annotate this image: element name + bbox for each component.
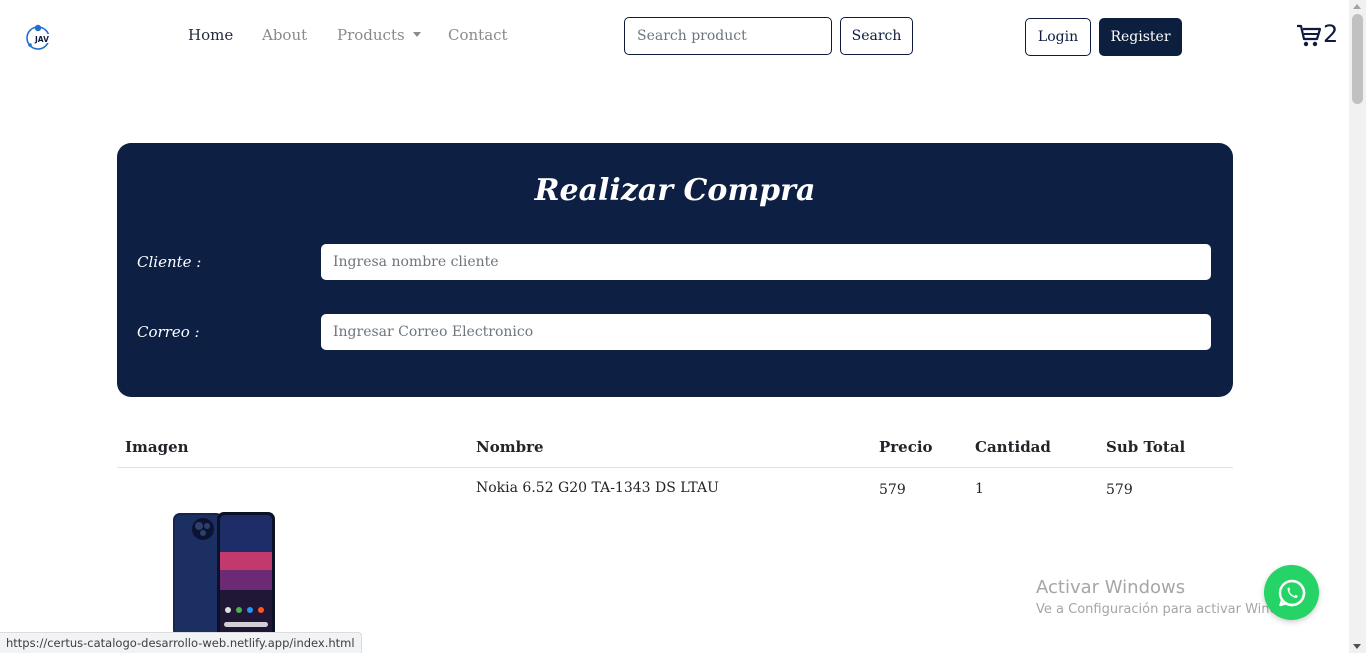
header-cantidad: Cantidad <box>975 438 1051 456</box>
header-precio: Precio <box>879 438 933 456</box>
scroll-up-arrow-icon[interactable] <box>1353 4 1361 9</box>
nav-products[interactable]: Products <box>337 26 421 44</box>
search-input[interactable] <box>624 17 832 55</box>
purchase-title: Realizar Compra <box>534 173 816 208</box>
nav-about[interactable]: About <box>262 26 307 44</box>
scroll-down-arrow-icon[interactable] <box>1353 644 1361 649</box>
chevron-down-icon <box>412 32 421 37</box>
whatsapp-button[interactable] <box>1264 565 1319 620</box>
product-subtotal: 579 <box>1106 482 1133 498</box>
header-imagen: Imagen <box>125 438 189 456</box>
windows-activation-subtitle: Ve a Configuración para activar Windows. <box>1036 602 1286 617</box>
cart-icon <box>1297 24 1322 47</box>
svg-text:JAV: JAV <box>34 35 49 44</box>
header-divider <box>117 467 1233 468</box>
register-button[interactable]: Register <box>1099 18 1182 56</box>
header-subtotal: Sub Total <box>1106 438 1186 456</box>
product-quantity: 1 <box>975 481 984 497</box>
product-image <box>173 512 277 638</box>
login-button[interactable]: Login <box>1025 18 1091 56</box>
purchase-form-card: Realizar Compra Cliente : Correo : <box>117 143 1233 397</box>
cliente-input[interactable] <box>321 244 1211 280</box>
whatsapp-icon <box>1278 579 1305 606</box>
page-scrollbar[interactable] <box>1349 0 1366 653</box>
nav-contact[interactable]: Contact <box>448 26 508 44</box>
scroll-thumb[interactable] <box>1352 14 1363 104</box>
logo-icon[interactable]: JAV <box>24 21 60 53</box>
browser-status-url: https://certus-catalogo-desarrollo-web.n… <box>0 632 362 653</box>
windows-activation-title: Activar Windows <box>1036 577 1186 598</box>
correo-label: Correo : <box>137 323 200 341</box>
nav-home[interactable]: Home <box>188 26 233 44</box>
correo-input[interactable] <box>321 314 1211 350</box>
product-name: Nokia 6.52 G20 TA-1343 DS LTAU <box>476 480 719 496</box>
header-nombre: Nombre <box>476 438 544 456</box>
navbar: JAV Home About Products Contact Search L… <box>0 0 1349 74</box>
search-button[interactable]: Search <box>840 17 913 55</box>
cart-count: 2 <box>1323 20 1339 48</box>
product-price: 579 <box>879 482 906 498</box>
cart-button[interactable]: 2 <box>1296 20 1338 48</box>
nav-products-label: Products <box>337 26 405 44</box>
cliente-label: Cliente : <box>137 253 202 271</box>
